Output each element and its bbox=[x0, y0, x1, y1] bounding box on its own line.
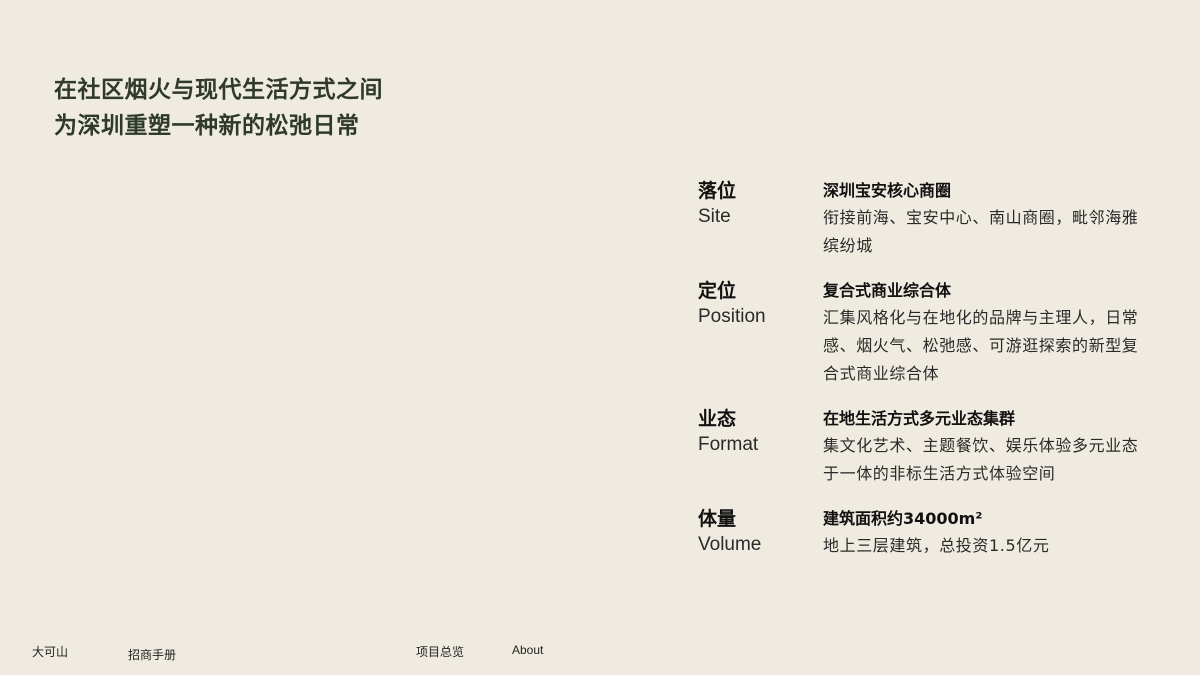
footer-overview-link[interactable]: 项目总览 bbox=[416, 643, 464, 660]
info-row-position: 定位 Position 复合式商业综合体 汇集风格化与在地化的品牌与主理人，日常… bbox=[698, 278, 1158, 388]
info-desc: 地上三层建筑，总投资1.5亿元 bbox=[823, 536, 1050, 555]
info-title: 深圳宝安核心商圈 bbox=[823, 181, 952, 200]
footer-nav: 大可山 招商手册 项目总览 About bbox=[0, 643, 1200, 663]
headline-line-1: 在社区烟火与现代生活方式之间 bbox=[54, 77, 383, 103]
info-row-site: 落位 Site 深圳宝安核心商圈 衔接前海、宝安中心、南山商圈，毗邻海雅缤纷城 bbox=[698, 178, 1158, 260]
label-en: Format bbox=[698, 434, 759, 455]
label-cn: 业态 bbox=[698, 408, 737, 430]
info-desc: 汇集风格化与在地化的品牌与主理人，日常感、烟火气、松弛感、可游逛探索的新型复合式… bbox=[823, 308, 1139, 383]
info-label: 体量 Volume bbox=[698, 506, 823, 560]
label-en: Position bbox=[698, 306, 766, 327]
footer-manual-link[interactable]: 招商手册 bbox=[128, 646, 176, 663]
info-label: 落位 Site bbox=[698, 178, 823, 260]
label-cn: 定位 bbox=[698, 280, 737, 302]
info-row-format: 业态 Format 在地生活方式多元业态集群 集文化艺术、主题餐饮、娱乐体验多元… bbox=[698, 406, 1158, 488]
info-title: 复合式商业综合体 bbox=[823, 281, 952, 300]
info-content: 在地生活方式多元业态集群 集文化艺术、主题餐饮、娱乐体验多元业态于一体的非标生活… bbox=[823, 406, 1141, 488]
label-en: Site bbox=[698, 206, 731, 227]
info-row-volume: 体量 Volume 建筑面积约34000m² 地上三层建筑，总投资1.5亿元 bbox=[698, 506, 1158, 560]
info-content: 复合式商业综合体 汇集风格化与在地化的品牌与主理人，日常感、烟火气、松弛感、可游… bbox=[823, 278, 1141, 388]
info-label: 定位 Position bbox=[698, 278, 823, 388]
label-en: Volume bbox=[698, 534, 762, 555]
info-desc: 衔接前海、宝安中心、南山商圈，毗邻海雅缤纷城 bbox=[823, 208, 1139, 255]
headline: 在社区烟火与现代生活方式之间 为深圳重塑一种新的松弛日常 bbox=[54, 72, 383, 144]
info-title: 在地生活方式多元业态集群 bbox=[823, 409, 1016, 428]
label-cn: 落位 bbox=[698, 180, 737, 202]
info-label: 业态 Format bbox=[698, 406, 823, 488]
info-content: 建筑面积约34000m² 地上三层建筑，总投资1.5亿元 bbox=[823, 506, 1141, 560]
info-desc: 集文化艺术、主题餐饮、娱乐体验多元业态于一体的非标生活方式体验空间 bbox=[823, 436, 1139, 483]
info-content: 深圳宝安核心商圈 衔接前海、宝安中心、南山商圈，毗邻海雅缤纷城 bbox=[823, 178, 1141, 260]
label-cn: 体量 bbox=[698, 508, 737, 530]
info-title: 建筑面积约34000m² bbox=[823, 509, 983, 528]
footer-about-link[interactable]: About bbox=[512, 643, 543, 657]
footer-brand-link[interactable]: 大可山 bbox=[32, 643, 68, 660]
project-info: 落位 Site 深圳宝安核心商圈 衔接前海、宝安中心、南山商圈，毗邻海雅缤纷城 … bbox=[698, 178, 1158, 578]
headline-line-2: 为深圳重塑一种新的松弛日常 bbox=[54, 113, 360, 139]
